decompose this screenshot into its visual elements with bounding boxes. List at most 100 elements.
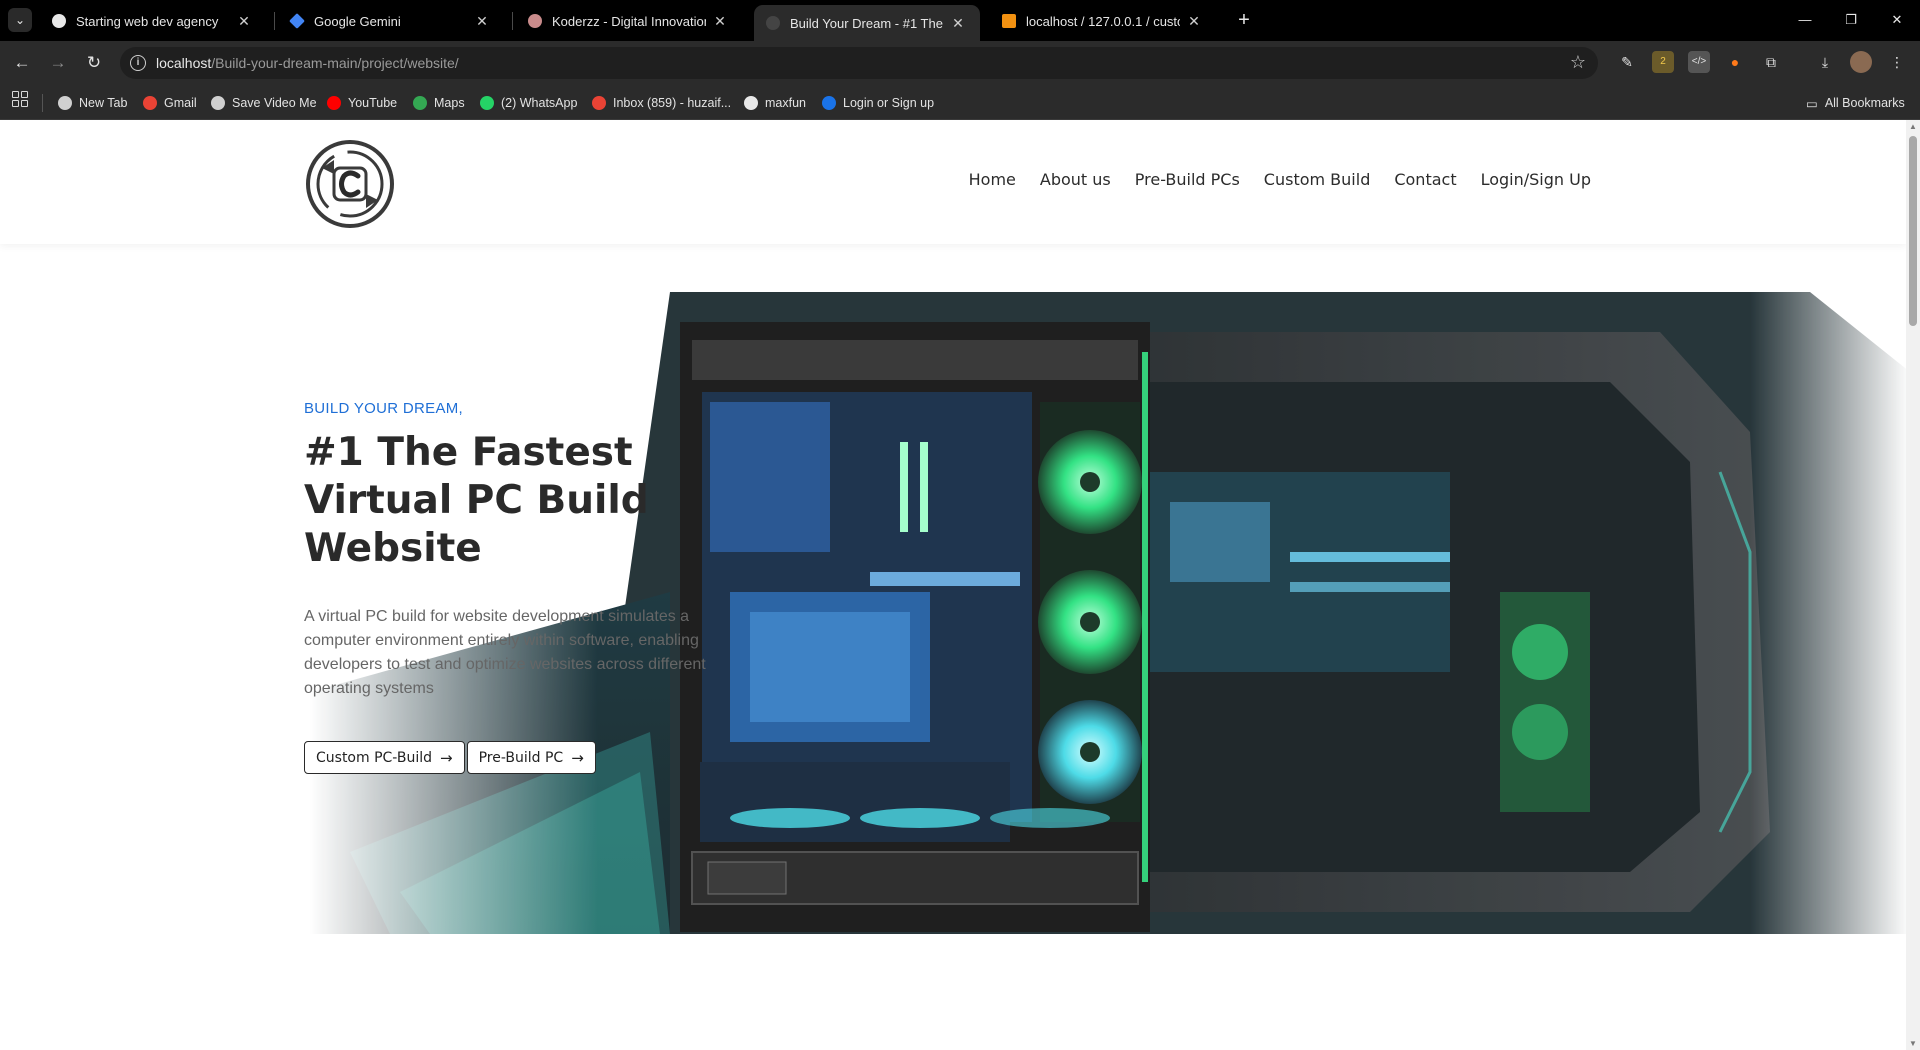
tab-google-gemini[interactable]: Google Gemini ✕ — [278, 6, 504, 36]
openai-icon — [52, 14, 66, 28]
hero-headline: #1 The Fastest Virtual PC Build Website — [304, 429, 744, 573]
profile-avatar[interactable] — [1850, 51, 1872, 73]
nav-pre-build-pcs[interactable]: Pre-Build PCs — [1135, 170, 1240, 189]
bookmark-favicon-icon — [592, 96, 606, 110]
tab-strip: ⌄ Starting web dev agency ✕ Google Gemin… — [0, 0, 1920, 41]
orange-extension-icon[interactable]: ● — [1724, 51, 1746, 73]
headline-line: #1 The Fastest — [304, 430, 633, 475]
bookmark-item[interactable]: Save Video Me — [211, 94, 317, 112]
site-logo[interactable] — [304, 138, 396, 230]
nav-home[interactable]: Home — [969, 170, 1016, 189]
address-bar[interactable]: i localhost/Build-your-dream-main/projec… — [120, 47, 1598, 79]
back-arrow-icon[interactable]: ← — [10, 51, 34, 75]
button-label: Pre-Build PC — [478, 749, 564, 766]
all-bookmarks-label: All Bookmarks — [1824, 96, 1905, 110]
bookmark-favicon-icon — [413, 96, 427, 110]
bookmark-favicon-icon — [744, 96, 758, 110]
bookmark-item[interactable]: Gmail — [143, 94, 197, 112]
tab-title: localhost / 127.0.0.1 / customp — [1026, 13, 1180, 29]
headline-line: Virtual PC Build — [304, 478, 649, 523]
close-tab-icon[interactable]: ✕ — [1186, 13, 1202, 30]
bookmark-star-icon[interactable]: ☆ — [1570, 52, 1586, 73]
site-header: Home About us Pre-Build PCs Custom Build… — [0, 120, 1906, 244]
menu-kebab-icon[interactable]: ⋮ — [1886, 51, 1908, 73]
tab-search-button[interactable]: ⌄ — [8, 8, 32, 32]
hero-section: BUILD YOUR DREAM, #1 The Fastest Virtual… — [304, 400, 744, 774]
bookmark-label: Gmail — [164, 96, 197, 110]
tab-divider — [274, 12, 275, 30]
close-tab-icon[interactable]: ✕ — [712, 13, 728, 30]
bookmark-item[interactable]: New Tab — [58, 94, 127, 112]
bookmark-label: Maps — [434, 96, 465, 110]
hero-description: A virtual PC build for website developme… — [304, 608, 706, 697]
all-bookmarks-folder[interactable]: ▭ All Bookmarks — [1806, 94, 1905, 112]
tab-phpmyadmin[interactable]: localhost / 127.0.0.1 / customp ✕ — [990, 6, 1216, 36]
koderzz-icon — [528, 14, 542, 28]
close-tab-icon[interactable]: ✕ — [950, 15, 966, 32]
pre-build-pc-button[interactable]: Pre-Build PC → — [466, 741, 596, 774]
bookmark-favicon-icon — [58, 96, 72, 110]
nav-custom-build[interactable]: Custom Build — [1264, 170, 1371, 189]
puzzle-extensions-icon[interactable]: ⧉ — [1760, 51, 1782, 73]
arrow-right-icon: → — [440, 748, 453, 767]
restore-icon[interactable]: ❐ — [1836, 8, 1866, 32]
bookmark-label: YouTube — [348, 96, 398, 110]
bookmark-item[interactable]: Maps — [413, 94, 465, 112]
custom-pc-build-button[interactable]: Custom PC-Build → — [304, 741, 465, 774]
new-tab-button[interactable]: + — [1232, 8, 1256, 32]
tab-build-your-dream[interactable]: Build Your Dream - #1 The Faste ✕ — [754, 5, 980, 41]
hero-kicker: BUILD YOUR DREAM, — [304, 400, 464, 417]
headline-line: Website — [304, 526, 482, 571]
code-extension-icon[interactable]: </> — [1688, 51, 1710, 73]
url-text[interactable]: localhost/Build-your-dream-main/project/… — [156, 55, 459, 71]
close-tab-icon[interactable]: ✕ — [474, 13, 490, 30]
close-tab-icon[interactable]: ✕ — [236, 13, 252, 30]
bookmark-favicon-icon — [327, 96, 341, 110]
button-label: Custom PC-Build — [316, 749, 432, 766]
scroll-up-icon[interactable]: ▲ — [1908, 122, 1918, 131]
url-path: /Build-your-dream-main/project/website/ — [211, 55, 459, 71]
bookmarks-divider — [42, 94, 43, 112]
nav-about-us[interactable]: About us — [1040, 170, 1111, 189]
page-scrollbar[interactable]: ▲ ▼ — [1906, 120, 1920, 1050]
hero-buttons: Custom PC-Build → Pre-Build PC → — [304, 741, 744, 774]
bookmark-item[interactable]: Inbox (859) - huzaif... — [592, 94, 731, 112]
phpmyadmin-icon — [1002, 14, 1016, 28]
bookmark-label: New Tab — [79, 96, 128, 110]
forward-arrow-icon[interactable]: → — [46, 51, 70, 75]
nav-login-signup[interactable]: Login/Sign Up — [1481, 170, 1591, 189]
url-host: localhost — [156, 55, 212, 71]
bookmark-label: Login or Sign up — [843, 96, 935, 110]
tab-divider — [512, 12, 513, 30]
minimize-icon[interactable]: — — [1790, 8, 1820, 32]
tab-title: Starting web dev agency — [76, 13, 219, 29]
nav-contact[interactable]: Contact — [1394, 170, 1456, 189]
apps-grid-icon[interactable] — [12, 91, 28, 107]
main-nav: Home About us Pre-Build PCs Custom Build… — [969, 170, 1591, 189]
site-info-icon[interactable]: i — [130, 55, 146, 71]
scroll-down-icon[interactable]: ▼ — [1908, 1039, 1918, 1048]
arrow-right-icon: → — [571, 748, 584, 767]
gemini-icon — [289, 13, 305, 29]
bookmark-label: Inbox (859) - huzaif... — [613, 96, 732, 110]
folder-icon: ▭ — [1806, 96, 1818, 111]
tab-title: Google Gemini — [314, 13, 401, 29]
extension-badge-icon[interactable]: 2 — [1652, 51, 1674, 73]
bookmark-item[interactable]: Login or Sign up — [822, 94, 934, 112]
bookmark-favicon-icon — [211, 96, 225, 110]
bookmark-label: Save Video Me — [232, 96, 317, 110]
bookmark-item[interactable]: (2) WhatsApp — [480, 94, 577, 112]
close-window-icon[interactable]: ✕ — [1882, 8, 1912, 32]
reload-icon[interactable]: ↻ — [82, 51, 106, 75]
bookmark-item[interactable]: maxfun — [744, 94, 806, 112]
bookmark-item[interactable]: YouTube — [327, 94, 397, 112]
bookmark-favicon-icon — [822, 96, 836, 110]
tab-starting-web-dev-agency[interactable]: Starting web dev agency ✕ — [40, 6, 266, 36]
tab-title: Build Your Dream - #1 The Faste — [790, 15, 944, 31]
tab-koderzz[interactable]: Koderzz - Digital Innovation & I ✕ — [516, 6, 742, 36]
bookmark-label: maxfun — [765, 96, 806, 110]
scroll-thumb[interactable] — [1909, 136, 1917, 326]
tab-title: Koderzz - Digital Innovation & I — [552, 13, 706, 29]
pen-extension-icon[interactable]: ✎ — [1616, 51, 1638, 73]
download-icon[interactable]: ⤓ — [1814, 51, 1836, 73]
